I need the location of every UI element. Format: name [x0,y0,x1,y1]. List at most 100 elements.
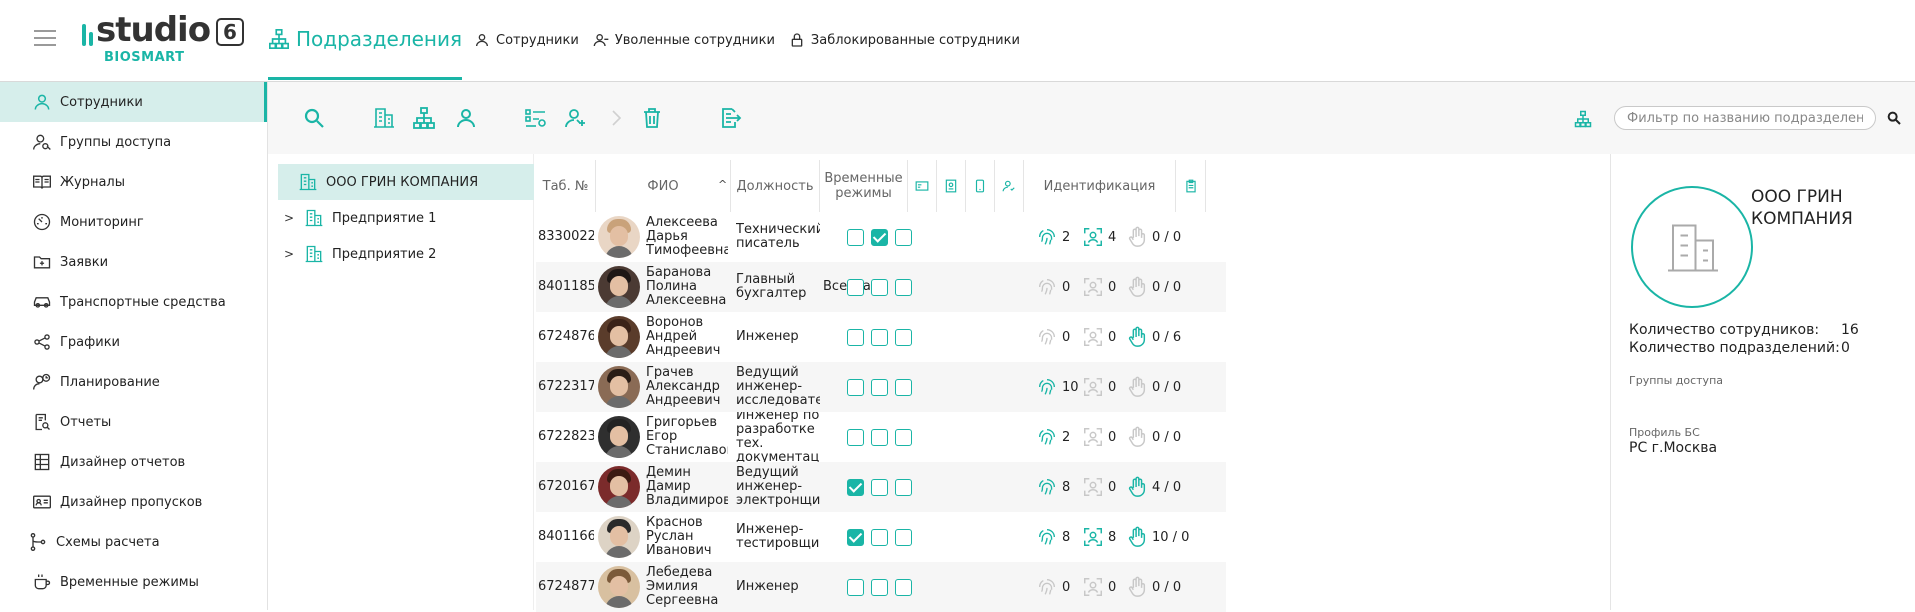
row-checkbox[interactable] [847,579,864,596]
tab-fired-employees[interactable]: Уволенные сотрудники [589,0,779,80]
row-checkbox[interactable] [847,479,864,496]
tree-node-root[interactable]: ООО ГРИН КОМПАНИЯ [278,164,534,200]
row-checkbox[interactable] [895,579,912,596]
hierarchy-icon[interactable] [412,106,436,130]
list-settings-icon[interactable] [524,106,548,130]
tree-node-enterprise-2[interactable]: > Предприятие 2 [268,236,533,272]
filter-search-icon[interactable] [1886,110,1902,126]
row-checkbox[interactable] [871,529,888,546]
sidebar-item-access-groups[interactable]: Группы доступа [0,122,267,162]
fingerprint-count[interactable]: 0 [1036,326,1070,348]
sidebar-item-employees[interactable]: Сотрудники [0,82,267,122]
row-checkbox[interactable] [871,229,888,246]
fingerprint-count[interactable]: 8 [1036,526,1070,548]
palm-count[interactable]: 0 / 0 [1126,226,1181,248]
face-count[interactable]: 0 [1082,326,1116,348]
palm-count[interactable]: 0 / 0 [1126,426,1181,448]
col-tab-number[interactable]: Таб. № [536,160,596,212]
table-row[interactable]: 8401166 Краснов Руслан Иванович Инженер-тест… [536,512,1226,562]
tree-node-enterprise-1[interactable]: > Предприятие 1 [268,200,533,236]
col-identification[interactable]: Идентификация [1024,160,1176,212]
table-row[interactable]: 67223170ГрачевАлександрАндреевичВедущийи… [536,362,1226,412]
hierarchy-small-icon[interactable] [1574,110,1592,128]
palm-count[interactable]: 0 / 0 [1126,376,1181,398]
face-count[interactable]: 0 [1082,426,1116,448]
row-checkbox[interactable] [847,229,864,246]
fingerprint-count[interactable]: 0 [1036,576,1070,598]
row-checkbox[interactable] [895,379,912,396]
row-checkbox[interactable] [871,279,888,296]
row-checkbox[interactable] [895,529,912,546]
tab-employees[interactable]: Сотрудники [470,0,583,80]
fingerprint-count[interactable]: 8 [1036,476,1070,498]
sidebar-item-monitoring[interactable]: Мониторинг [0,202,267,242]
row-checkbox[interactable] [871,579,888,596]
row-checkbox[interactable] [895,479,912,496]
tab-departments[interactable]: Подразделения [268,0,463,80]
table-row[interactable]: 8401185 Баранова Полина Алексеевна Главный бу… [536,262,1226,312]
row-checkbox[interactable] [895,329,912,346]
face-count[interactable]: 0 [1082,576,1116,598]
row-checkbox[interactable] [895,429,912,446]
sort-asc-icon[interactable]: ^ [718,178,727,191]
col-phone-icon[interactable] [966,160,995,212]
face-count[interactable]: 0 [1082,276,1116,298]
palm-count[interactable]: 10 / 0 [1126,526,1189,548]
row-checkbox[interactable] [895,229,912,246]
palm-count[interactable]: 4 / 0 [1126,476,1181,498]
row-checkbox[interactable] [871,429,888,446]
table-row[interactable]: 6724877 Лебедева Эмилия Сергеевна Инженер 0 0 0… [536,562,1226,612]
col-time-modes[interactable]: Временные режимы [820,160,908,212]
search-icon[interactable] [302,106,326,130]
fingerprint-count[interactable]: 2 [1036,226,1070,248]
row-checkbox[interactable] [847,279,864,296]
sidebar-item-vehicles[interactable]: Транспортные средства [0,282,267,322]
palm-count[interactable]: 0 / 0 [1126,276,1181,298]
row-checkbox[interactable] [847,329,864,346]
sidebar-item-journals[interactable]: Журналы [0,162,267,202]
row-checkbox[interactable] [847,529,864,546]
sidebar-item-reports[interactable]: Отчеты [0,402,267,442]
chevron-right-icon[interactable]: > [282,247,296,261]
col-position[interactable]: Должность [730,160,820,212]
table-row[interactable]: 6724876 Воронов Андрей Андреевич Инженер 0 0 0 … [536,312,1226,362]
sidebar-item-schedules[interactable]: Графики [0,322,267,362]
table-row[interactable]: 8330022 Алексеева Дарья Тимофеевна Техническ… [536,212,1226,262]
user-icon[interactable] [454,106,478,130]
sidebar-item-calc-schemes[interactable]: Схемы расчета [0,522,267,562]
department-filter-input[interactable] [1614,106,1876,130]
face-count[interactable]: 0 [1082,476,1116,498]
fingerprint-count[interactable]: 2 [1036,426,1070,448]
col-card-icon[interactable] [908,160,937,212]
row-checkbox[interactable] [871,479,888,496]
col-badge-icon[interactable] [937,160,966,212]
sidebar-item-report-designer[interactable]: Дизайнер отчетов [0,442,267,482]
col-clipboard-icon[interactable] [1176,160,1206,212]
row-checkbox[interactable] [847,379,864,396]
sidebar-item-planning[interactable]: Планирование [0,362,267,402]
sidebar-item-requests[interactable]: Заявки [0,242,267,282]
palm-count[interactable]: 0 / 6 [1126,326,1181,348]
row-checkbox[interactable] [871,379,888,396]
sidebar-item-pass-designer[interactable]: Дизайнер пропусков [0,482,267,522]
fingerprint-count[interactable]: 0 [1036,276,1070,298]
user-search-plus-icon[interactable] [564,106,588,130]
face-count[interactable]: 8 [1082,526,1116,548]
building-icon[interactable] [372,106,396,130]
col-fio[interactable]: ФИО [596,160,730,212]
export-icon[interactable] [718,106,742,130]
table-row[interactable]: 67228239ГригорьевЕгорСтаниславовичИнжене… [536,412,1226,462]
table-row[interactable]: 67201673ДеминДамирВладимировичВедущийинж… [536,462,1226,512]
sidebar-item-time-modes[interactable]: Временные режимы [0,562,267,602]
trash-icon[interactable] [640,106,664,130]
col-face-id-icon[interactable] [995,160,1024,212]
menu-icon[interactable] [34,30,56,48]
row-checkbox[interactable] [895,279,912,296]
palm-count[interactable]: 0 / 0 [1126,576,1181,598]
row-checkbox[interactable] [847,429,864,446]
face-count[interactable]: 0 [1082,376,1116,398]
face-count[interactable]: 4 [1082,226,1116,248]
row-checkbox[interactable] [871,329,888,346]
chevron-right-icon[interactable]: > [282,211,296,225]
fingerprint-count[interactable]: 10 [1036,376,1079,398]
